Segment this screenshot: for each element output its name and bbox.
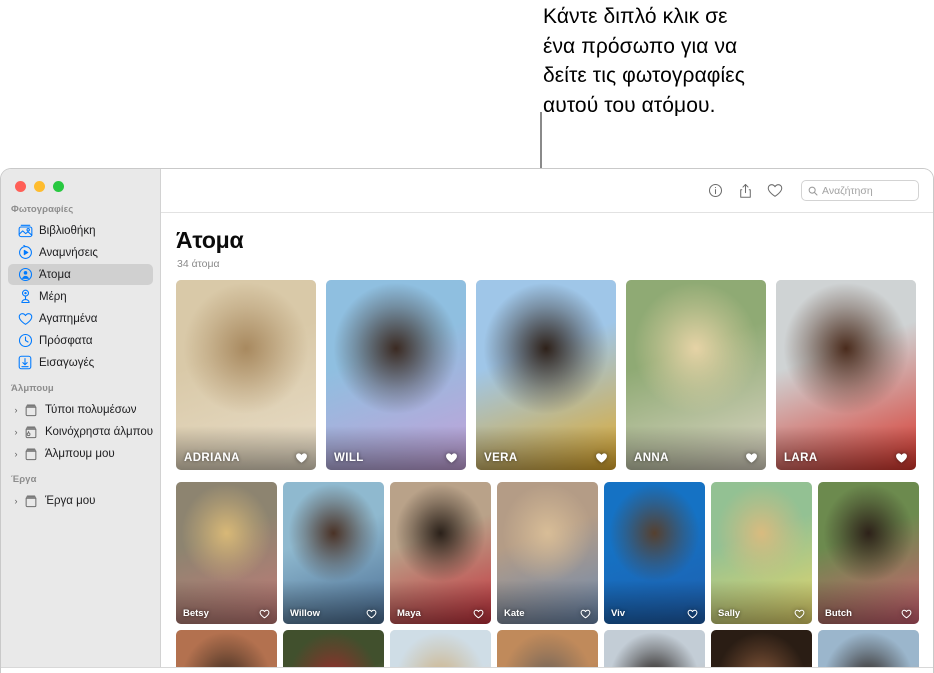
sidebar-item-label: Κοινόχρηστα άλμπουμ bbox=[45, 425, 153, 438]
person-tile[interactable]: LARA bbox=[776, 280, 916, 470]
person-name-label: Sally bbox=[718, 608, 741, 619]
album-icon bbox=[23, 402, 39, 418]
sidebar-item-άτομα[interactable]: Άτομα bbox=[8, 264, 153, 285]
chevron-right-icon[interactable]: › bbox=[10, 405, 22, 415]
callout-instruction-text: Κάντε διπλό κλικ σε ένα πρόσωπο για να δ… bbox=[543, 5, 745, 117]
person-tile[interactable]: Willow bbox=[283, 482, 384, 624]
maximize-window-button[interactable] bbox=[53, 181, 64, 192]
clock-icon bbox=[17, 333, 33, 349]
sidebar-item-μέρη[interactable]: Μέρη bbox=[8, 286, 153, 307]
person-tile[interactable]: Butch bbox=[818, 482, 919, 624]
person-name-label: Betsy bbox=[183, 608, 209, 619]
people-count-label: 34 άτομα bbox=[177, 258, 220, 270]
memories-icon bbox=[17, 245, 33, 261]
window-controls bbox=[1, 169, 160, 195]
chevron-right-icon[interactable]: › bbox=[10, 496, 22, 506]
person-name-label: Willow bbox=[290, 608, 320, 619]
heart-icon bbox=[17, 311, 33, 327]
people-row-2: Betsy Willow Maya Kate Viv Sally Butch bbox=[176, 482, 933, 624]
person-name-label: Butch bbox=[825, 608, 852, 619]
person-tile[interactable]: Viv bbox=[604, 482, 705, 624]
sidebar-item-έργα-μου[interactable]: › Έργα μου bbox=[8, 490, 153, 511]
sidebar: Φωτογραφίες Βιβλιοθήκη Αναμνήσεις Άτομα Μέρη… bbox=[1, 169, 161, 673]
person-name-label: VERA bbox=[484, 452, 518, 464]
heart-outline-icon[interactable] bbox=[473, 609, 484, 619]
sidebar-item-εισαγωγές[interactable]: Εισαγωγές bbox=[8, 352, 153, 373]
sidebar-item-label: Αναμνήσεις bbox=[39, 246, 98, 259]
person-tile[interactable]: Maya bbox=[390, 482, 491, 624]
places-pin-icon bbox=[17, 289, 33, 305]
sidebar-section-title: Έργα bbox=[11, 474, 37, 485]
heart-outline-icon[interactable] bbox=[259, 609, 270, 619]
sidebar-item-label: Άτομα bbox=[39, 268, 71, 281]
sidebar-item-label: Άλμπουμ μου bbox=[45, 447, 115, 460]
person-tile[interactable]: VERA bbox=[476, 280, 616, 470]
photos-app-window: Φωτογραφίες Βιβλιοθήκη Αναμνήσεις Άτομα Μέρη… bbox=[0, 168, 934, 673]
search-input[interactable]: Αναζήτηση bbox=[801, 180, 919, 201]
toolbar: Αναζήτηση bbox=[161, 169, 933, 213]
person-name-label: WILL bbox=[334, 452, 364, 464]
sidebar-item-βιβλιοθήκη[interactable]: Βιβλιοθήκη bbox=[8, 220, 153, 241]
person-tile[interactable]: ADRIANA bbox=[176, 280, 316, 470]
heart-outline-icon[interactable] bbox=[366, 609, 377, 619]
heart-outline-icon[interactable] bbox=[901, 609, 912, 619]
heart-outline-icon[interactable] bbox=[580, 609, 591, 619]
album-icon bbox=[23, 446, 39, 462]
main-pane: Αναζήτηση Άτομα 34 άτομα ADRIANA WILL VERA… bbox=[161, 169, 933, 673]
person-name-label: Viv bbox=[611, 608, 626, 619]
page-title: Άτομα bbox=[176, 227, 244, 253]
content-area: Άτομα 34 άτομα ADRIANA WILL VERA ANNA LARA Be… bbox=[161, 227, 933, 673]
sidebar-item-κοινόχρηστα-άλμπουμ[interactable]: › Κοινόχρηστα άλμπουμ bbox=[8, 421, 153, 442]
featured-people-row: ADRIANA WILL VERA ANNA LARA bbox=[176, 280, 933, 470]
person-name-label: LARA bbox=[784, 452, 818, 464]
album-icon bbox=[23, 493, 39, 509]
sidebar-item-τύποι-πολυμέσων[interactable]: › Τύποι πολυμέσων bbox=[8, 399, 153, 420]
person-tile[interactable]: WILL bbox=[326, 280, 466, 470]
heart-filled-icon[interactable] bbox=[295, 452, 308, 464]
sidebar-item-label: Έργα μου bbox=[45, 494, 96, 507]
import-icon bbox=[17, 355, 33, 371]
sidebar-item-label: Εισαγωγές bbox=[39, 356, 95, 369]
sidebar-section-title: Φωτογραφίες bbox=[11, 204, 74, 215]
person-tile[interactable]: Sally bbox=[711, 482, 812, 624]
sidebar-item-label: Αγαπημένα bbox=[39, 312, 98, 325]
minimize-window-button[interactable] bbox=[34, 181, 45, 192]
person-name-label: ADRIANA bbox=[184, 452, 240, 464]
people-icon bbox=[17, 267, 33, 283]
close-window-button[interactable] bbox=[15, 181, 26, 192]
sidebar-item-αναμνήσεις[interactable]: Αναμνήσεις bbox=[8, 242, 153, 263]
heart-filled-icon[interactable] bbox=[895, 452, 908, 464]
heart-filled-icon[interactable] bbox=[745, 452, 758, 464]
heart-filled-icon[interactable] bbox=[595, 452, 608, 464]
search-icon bbox=[808, 186, 818, 196]
sidebar-section-title: Άλμπουμ bbox=[11, 383, 54, 394]
heart-outline-icon[interactable] bbox=[794, 609, 805, 619]
sidebar-item-label: Τύποι πολυμέσων bbox=[45, 403, 137, 416]
person-tile[interactable]: ANNA bbox=[626, 280, 766, 470]
favorite-button[interactable] bbox=[761, 178, 789, 204]
sidebar-item-αγαπημένα[interactable]: Αγαπημένα bbox=[8, 308, 153, 329]
sidebar-item-label: Μέρη bbox=[39, 290, 67, 303]
person-name-label: Kate bbox=[504, 608, 525, 619]
sidebar-item-label: Βιβλιοθήκη bbox=[39, 224, 96, 237]
chevron-right-icon[interactable]: › bbox=[10, 427, 22, 437]
heart-filled-icon[interactable] bbox=[445, 452, 458, 464]
share-button[interactable] bbox=[731, 178, 759, 204]
sidebar-item-label: Πρόσφατα bbox=[39, 334, 93, 347]
heart-outline-icon[interactable] bbox=[687, 609, 698, 619]
person-tile[interactable]: Kate bbox=[497, 482, 598, 624]
sidebar-item-πρόσφατα[interactable]: Πρόσφατα bbox=[8, 330, 153, 351]
person-name-label: Maya bbox=[397, 608, 421, 619]
person-tile[interactable]: Betsy bbox=[176, 482, 277, 624]
search-placeholder: Αναζήτηση bbox=[822, 184, 873, 197]
library-icon bbox=[17, 223, 33, 239]
window-bottom-edge bbox=[1, 667, 933, 673]
info-button[interactable] bbox=[701, 178, 729, 204]
chevron-right-icon[interactable]: › bbox=[10, 449, 22, 459]
shared-album-icon bbox=[23, 424, 39, 440]
sidebar-item-άλμπουμ-μου[interactable]: › Άλμπουμ μου bbox=[8, 443, 153, 464]
person-name-label: ANNA bbox=[634, 452, 669, 464]
